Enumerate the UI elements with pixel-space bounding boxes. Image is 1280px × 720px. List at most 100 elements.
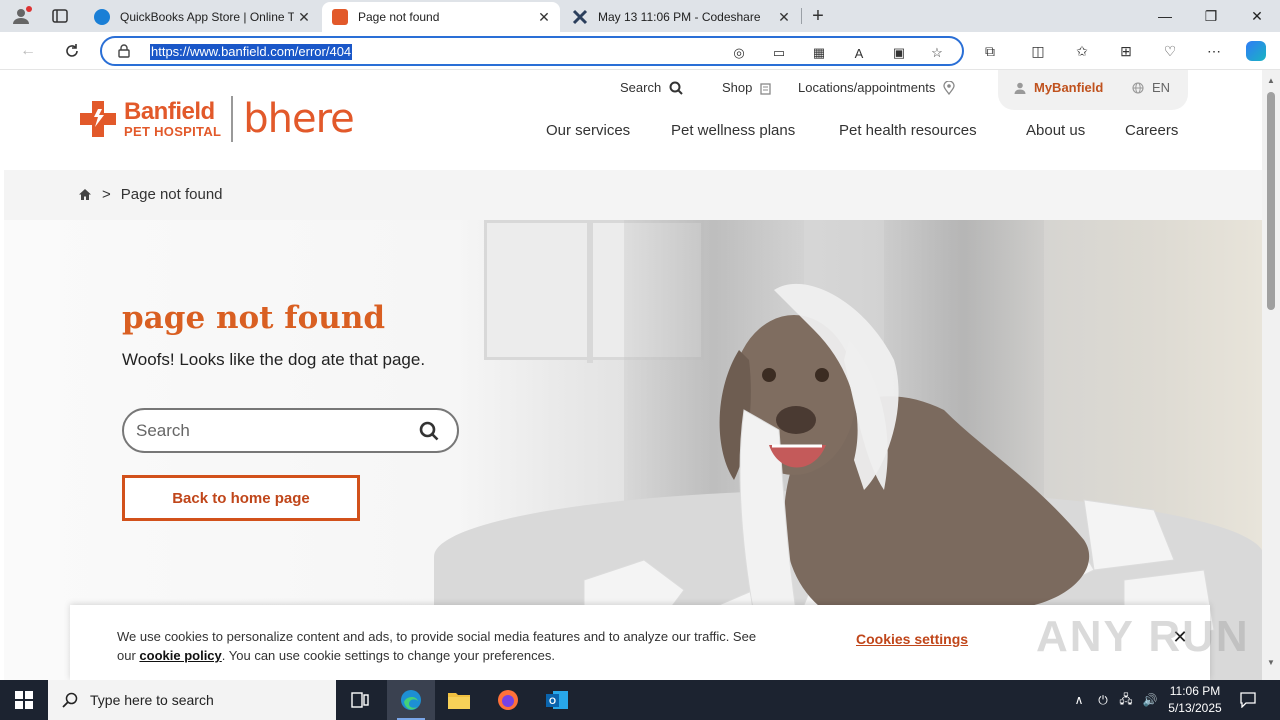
banfield-cross-icon [80, 101, 116, 137]
shopping-bag-icon [760, 82, 772, 95]
clock-time: 11:06 PM [1169, 684, 1221, 698]
search-icon [669, 81, 683, 95]
windows-taskbar: Type here to search O ∧ ⏻ 🖧 🔊 11:06 PM 5… [0, 680, 1280, 720]
outlook-icon[interactable]: O [533, 680, 581, 720]
minimize-icon[interactable]: — [1142, 0, 1188, 32]
refresh-icon[interactable] [60, 39, 84, 63]
nav-careers[interactable]: Careers [1125, 122, 1178, 139]
favorites-icon[interactable]: ✩ [1072, 41, 1092, 61]
search-icon [62, 692, 78, 708]
file-explorer-icon[interactable] [435, 680, 483, 720]
split-screen-icon[interactable]: ◫ [1028, 41, 1048, 61]
breadcrumb-separator: > [102, 186, 111, 203]
tab-title: QuickBooks App Store | Online To [120, 10, 294, 24]
scroll-down-icon[interactable]: ▼ [1267, 658, 1275, 667]
browser-toolbar: ← https://www.banfield.com/error/404 ◎ ▭… [0, 32, 1280, 70]
collections-icon[interactable]: ⊞ [1116, 41, 1136, 61]
lock-icon[interactable] [118, 44, 130, 63]
taskbar-clock[interactable]: 11:06 PM 5/13/2025 [1160, 683, 1230, 717]
favorite-star-icon[interactable]: ☆ [928, 44, 946, 62]
extensions-icon[interactable]: ⧉ [980, 41, 1000, 61]
breadcrumb: > Page not found [4, 170, 1262, 220]
anyrun-watermark: ANY RUN [1036, 612, 1250, 661]
close-tab-icon[interactable]: ✕ [774, 7, 794, 27]
more-menu-icon[interactable]: ⋯ [1204, 41, 1224, 61]
cookie-text: . You can use cookie settings to change … [221, 648, 555, 663]
language-selector[interactable]: EN [1132, 80, 1170, 95]
browser-essentials-icon[interactable]: ♡ [1160, 41, 1180, 61]
location-icon[interactable]: ◎ [730, 44, 748, 62]
map-pin-icon [943, 80, 955, 95]
scrollbar-thumb[interactable] [1267, 92, 1275, 310]
logo-divider [231, 96, 234, 142]
read-aloud-icon[interactable]: A [850, 44, 868, 62]
search-icon[interactable] [419, 421, 439, 441]
usb-icon[interactable]: ⏻ [1094, 680, 1112, 720]
firefox-icon[interactable] [484, 680, 532, 720]
header-shop-link[interactable]: Shop [722, 80, 772, 95]
nav-our-services[interactable]: Our services [546, 122, 630, 139]
mybanfield-link[interactable]: MyBanfield [1014, 80, 1103, 95]
close-window-icon[interactable]: ✕ [1234, 0, 1280, 32]
logo-bhere-text: bhere [243, 96, 355, 142]
scroll-up-icon[interactable]: ▲ [1267, 76, 1275, 85]
taskbar-search-placeholder: Type here to search [90, 692, 214, 708]
page-title: page not found [122, 300, 386, 336]
nav-pet-health-resources[interactable]: Pet health resources [839, 122, 977, 139]
user-icon [1014, 82, 1026, 94]
clock-date: 5/13/2025 [1168, 701, 1222, 715]
nav-pet-wellness-plans[interactable]: Pet wellness plans [671, 122, 795, 139]
volume-icon[interactable]: 🔊 [1140, 680, 1160, 720]
tab-separator [801, 8, 802, 24]
tab-quickbooks[interactable]: QuickBooks App Store | Online To ✕ [84, 2, 320, 32]
banfield-logo[interactable]: Banfield PET HOSPITAL bhere [78, 96, 355, 142]
url-text[interactable]: https://www.banfield.com/error/404 [150, 44, 353, 60]
back-to-home-button[interactable]: Back to home page [122, 475, 360, 521]
immersive-reader-icon[interactable]: ▣ [890, 44, 908, 62]
tab-codeshare[interactable]: May 13 11:06 PM - Codeshare ✕ [562, 2, 800, 32]
task-view-icon[interactable] [336, 680, 384, 720]
network-icon[interactable]: 🖧 [1116, 680, 1136, 720]
banfield-favicon-icon [332, 9, 348, 25]
header-locations-label: Locations/appointments [798, 80, 936, 95]
profile-icon[interactable] [8, 4, 34, 28]
logo-banfield-text: Banfield [124, 98, 215, 125]
edge-taskbar-icon[interactable] [387, 680, 435, 720]
svg-text:O: O [549, 696, 556, 706]
tab-title: Page not found [358, 10, 440, 24]
copilot-icon[interactable] [1246, 41, 1266, 61]
device-icon[interactable]: ▭ [770, 44, 788, 62]
logo-pet-hospital-text: PET HOSPITAL [124, 124, 222, 139]
cookie-message: We use cookies to personalize content an… [117, 627, 757, 665]
mybanfield-label: MyBanfield [1034, 80, 1104, 95]
restore-icon[interactable]: ❐ [1188, 0, 1234, 32]
close-tab-icon[interactable]: ✕ [534, 7, 554, 27]
breadcrumb-current: Page not found [120, 186, 223, 203]
close-tab-icon[interactable]: ✕ [294, 7, 314, 27]
taskbar-search-box[interactable]: Type here to search [48, 680, 336, 720]
language-label: EN [1152, 80, 1171, 95]
address-bar[interactable]: https://www.banfield.com/error/404 ◎ ▭ ▦… [100, 36, 964, 66]
new-tab-icon[interactable]: + [806, 4, 830, 28]
apps-icon[interactable]: ▦ [810, 44, 828, 62]
home-icon[interactable] [78, 188, 92, 201]
back-icon[interactable]: ← [16, 39, 40, 63]
windows-start-icon[interactable] [0, 680, 48, 720]
page-subtitle: Woofs! Looks like the dog ate that page. [122, 350, 426, 369]
codeshare-favicon-icon [572, 9, 588, 25]
nav-about-us[interactable]: About us [1026, 122, 1085, 139]
header-search-label: Search [620, 80, 662, 95]
page-scrollbar[interactable]: ▲ ▼ [1262, 70, 1280, 680]
browser-tab-bar: QuickBooks App Store | Online To ✕ Page … [0, 0, 1280, 32]
header-search-link[interactable]: Search [620, 80, 683, 95]
header-locations-link[interactable]: Locations/appointments [798, 80, 955, 95]
hero-search-box [122, 408, 459, 453]
cookies-settings-button[interactable]: Cookies settings [856, 631, 968, 647]
hero-search-input[interactable] [136, 418, 406, 444]
notifications-icon[interactable] [1236, 680, 1260, 720]
cookie-policy-link[interactable]: cookie policy [139, 648, 221, 663]
show-hidden-icons-icon[interactable]: ∧ [1068, 680, 1090, 720]
globe-icon [1132, 81, 1144, 94]
tab-page-not-found[interactable]: Page not found ✕ [322, 2, 560, 32]
tab-actions-icon[interactable] [48, 6, 72, 26]
